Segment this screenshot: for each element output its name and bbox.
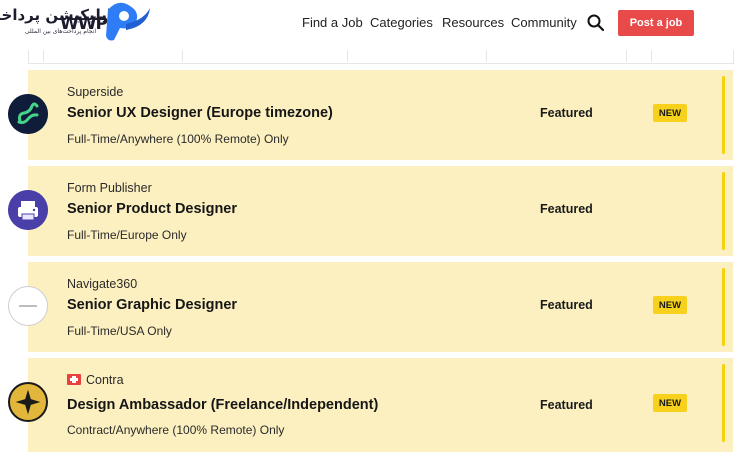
job-title[interactable]: Senior Graphic Designer [67,297,237,313]
job-title[interactable]: Design Ambassador (Freelance/Independent… [67,397,378,413]
company-name-text: Contra [86,373,124,387]
nav-resources[interactable]: Resources [442,15,504,30]
new-badge: NEW [653,394,687,412]
featured-accent-bar [722,172,725,250]
job-meta: Full-Time/Anywhere (100% Remote) Only [67,132,289,146]
navigate360-logo-icon [8,286,48,326]
logo-wwp: WWP [60,14,108,34]
job-card[interactable]: Contra Design Ambassador (Freelance/Inde… [8,358,733,452]
job-card[interactable]: Form Publisher Senior Product Designer F… [8,166,733,256]
featured-accent-bar [722,76,725,154]
job-meta: Contract/Anywhere (100% Remote) Only [67,423,285,437]
company-name[interactable]: Contra [67,373,124,387]
printer-icon [8,190,48,230]
job-title[interactable]: Senior UX Designer (Europe timezone) [67,105,333,121]
job-card[interactable]: Superside Senior UX Designer (Europe tim… [8,70,733,160]
superside-s-icon [8,94,48,134]
site-header: اپلیکیشن پرداخت انجام پرداخت‌های بین الم… [0,0,744,48]
job-meta: Full-Time/USA Only [67,324,172,338]
new-badge: NEW [653,296,687,314]
new-badge: NEW [653,104,687,122]
job-title[interactable]: Senior Product Designer [67,201,237,217]
featured-label: Featured [540,106,593,120]
company-name[interactable]: Superside [67,85,123,99]
featured-label: Featured [540,398,593,412]
featured-accent-bar [722,268,725,346]
filter-bar [28,50,734,64]
featured-label: Featured [540,298,593,312]
nav-categories[interactable]: Categories [370,15,433,30]
search-icon[interactable] [586,13,606,33]
post-a-job-button[interactable]: Post a job [618,10,694,36]
job-meta: Full-Time/Europe Only [67,228,187,242]
nav-find-a-job[interactable]: Find a Job [302,15,363,30]
company-name[interactable]: Form Publisher [67,181,152,195]
contra-star-icon [8,382,48,422]
nav-community[interactable]: Community [511,15,577,30]
company-name[interactable]: Navigate360 [67,277,137,291]
featured-label: Featured [540,202,593,216]
site-logo[interactable]: اپلیکیشن پرداخت انجام پرداخت‌های بین الم… [0,0,160,48]
swiss-flag-icon [67,374,81,385]
job-card[interactable]: Navigate360 Senior Graphic Designer Full… [8,262,733,352]
featured-accent-bar [722,364,725,442]
